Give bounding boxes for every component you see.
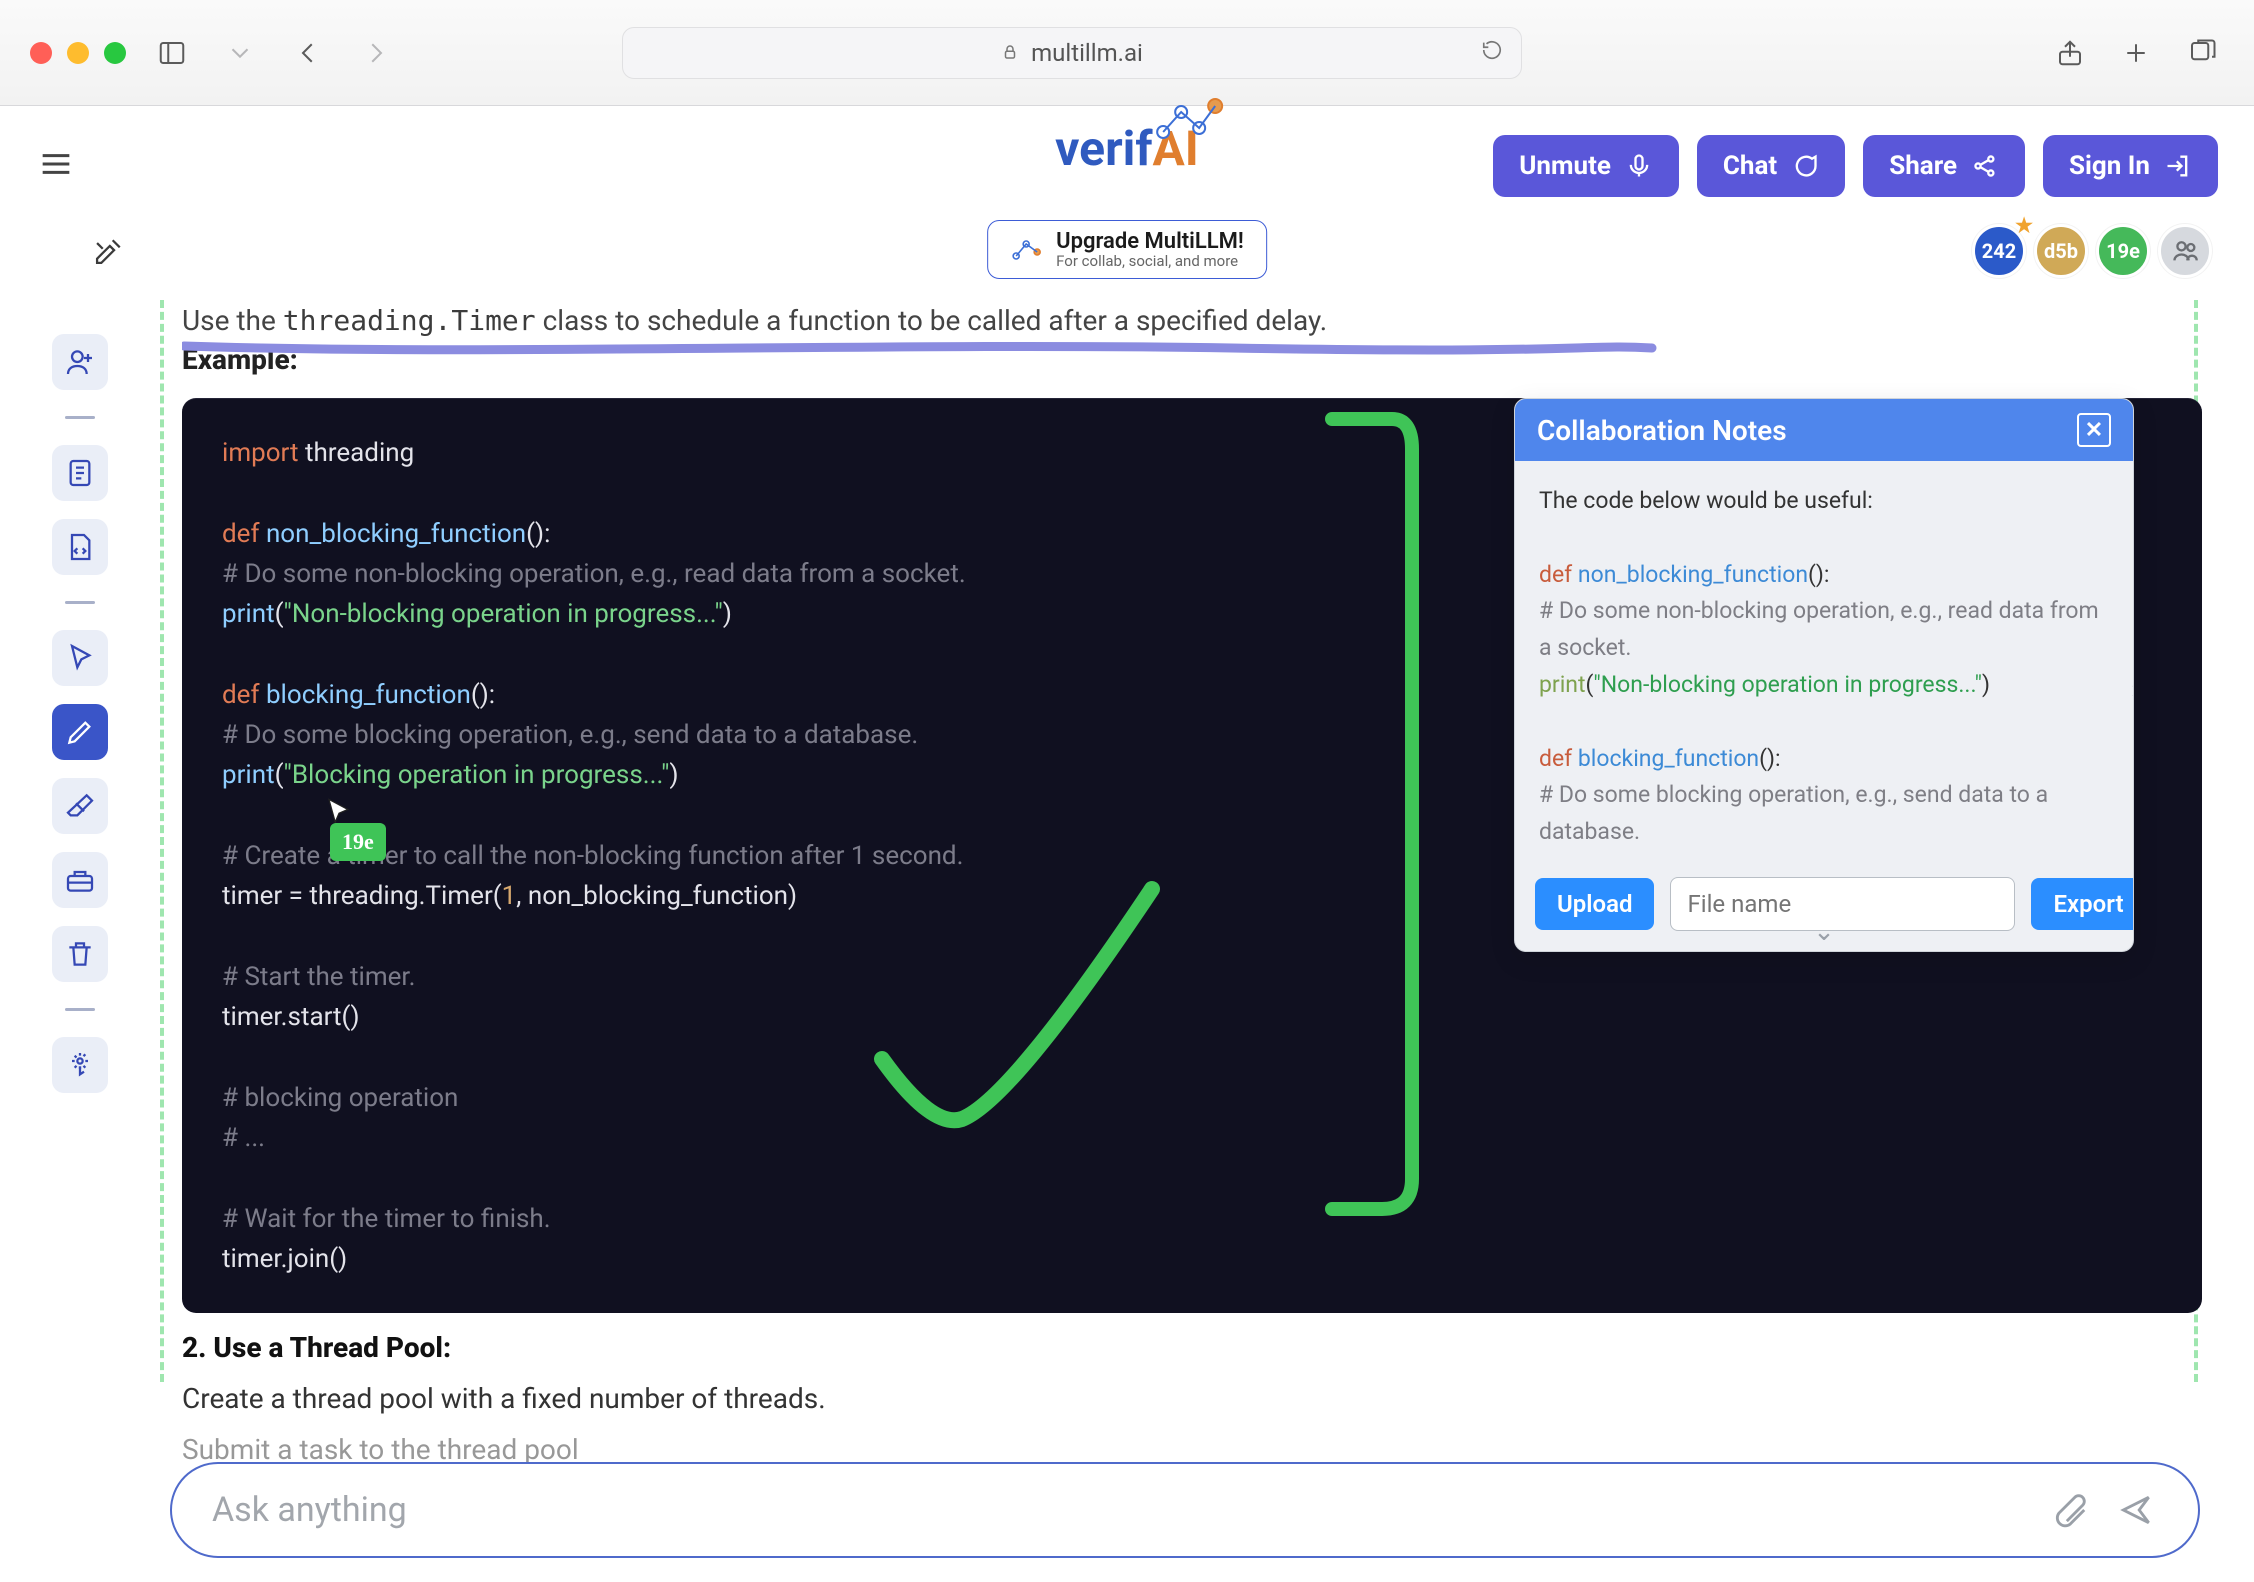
- upgrade-subtitle: For collab, social, and more: [1056, 252, 1244, 270]
- chat-bubble-icon: [1791, 152, 1819, 180]
- unmute-button[interactable]: Unmute: [1493, 135, 1679, 197]
- avatar-d5b[interactable]: d5b: [2034, 224, 2088, 278]
- minimize-window-dot[interactable]: [67, 42, 89, 64]
- url-bar[interactable]: multillm.ai: [622, 27, 1522, 79]
- rail-separator: [65, 1008, 95, 1011]
- rail-pencil-icon[interactable]: [52, 704, 108, 760]
- rail-eraser-icon[interactable]: [52, 778, 108, 834]
- rail-touch-icon[interactable]: [52, 1037, 108, 1093]
- section-2-line1: Create a thread pool with a fixed number…: [160, 1382, 2230, 1415]
- share-button[interactable]: Share: [1863, 135, 2025, 197]
- rail-separator: [65, 601, 95, 604]
- rail-add-user-icon[interactable]: [52, 334, 108, 390]
- signin-icon: [2164, 152, 2192, 180]
- rail-toolbox-icon[interactable]: [52, 852, 108, 908]
- hamburger-icon[interactable]: [36, 144, 76, 188]
- header-actions: Unmute Chat Share Sign In: [1493, 135, 2218, 197]
- presence-avatars: 242 ★ d5b 19e: [1972, 224, 2212, 278]
- chevron-down-icon[interactable]: ⌄: [1813, 917, 1835, 947]
- send-icon[interactable]: [2112, 1486, 2160, 1534]
- file-name-input[interactable]: [1670, 877, 2015, 931]
- rail-cursor-icon[interactable]: [52, 630, 108, 686]
- avatar-label: 242: [1982, 239, 2016, 263]
- annotation-rail: [0, 300, 160, 1582]
- upload-button[interactable]: Upload: [1535, 878, 1654, 930]
- new-tab-icon[interactable]: [2114, 33, 2158, 73]
- check-annotation: [862, 869, 1182, 1181]
- rail-separator: [65, 416, 95, 419]
- unmute-label: Unmute: [1519, 151, 1611, 181]
- chat-content: Use the threading.Timer class to schedul…: [160, 300, 2254, 1582]
- nav-back-icon[interactable]: [286, 33, 330, 73]
- avatar-label: 19e: [2106, 239, 2140, 263]
- lock-icon: [1001, 39, 1019, 67]
- example-label: Example:: [160, 343, 2230, 376]
- chevron-right-icon[interactable]: ›: [2131, 675, 2134, 705]
- sidebar-toggle-icon[interactable]: [150, 33, 194, 73]
- avatar-19e[interactable]: 19e: [2096, 224, 2150, 278]
- collab-cursor-19e: 19e: [324, 797, 386, 861]
- section-2-heading: 2. Use a Thread Pool:: [160, 1331, 2230, 1364]
- share-nodes-icon: [1971, 152, 1999, 180]
- bracket-annotation: [1312, 409, 1432, 1241]
- upgrade-pill[interactable]: Upgrade MultiLLM! For collab, social, an…: [987, 220, 1267, 279]
- tools-icon[interactable]: [90, 236, 124, 274]
- zoom-window-dot[interactable]: [104, 42, 126, 64]
- tabs-overview-icon[interactable]: [2180, 33, 2224, 73]
- logo-graph-icon: [1151, 92, 1229, 148]
- collab-notes-body[interactable]: The code below would be useful: def non_…: [1515, 461, 2133, 861]
- window-traffic-lights: [30, 42, 126, 64]
- app-logo[interactable]: verifAI: [1055, 120, 1199, 177]
- safari-toolbar: multillm.ai: [0, 0, 2254, 106]
- intro-text: Use the threading.Timer class to schedul…: [160, 300, 2230, 337]
- reload-icon[interactable]: [1481, 39, 1503, 67]
- signin-button[interactable]: Sign In: [2043, 135, 2218, 197]
- collab-notes-header[interactable]: Collaboration Notes ✕: [1515, 399, 2133, 461]
- upgrade-graph-icon: [1010, 236, 1044, 264]
- ask-bar-wrap: [170, 1462, 2200, 1558]
- attach-icon[interactable]: [2046, 1486, 2094, 1534]
- collab-title: Collaboration Notes: [1537, 414, 1787, 447]
- rail-notes-icon[interactable]: [52, 445, 108, 501]
- share-icon[interactable]: [2048, 33, 2092, 73]
- url-text: multillm.ai: [1031, 39, 1143, 67]
- close-window-dot[interactable]: [30, 42, 52, 64]
- avatar-group-icon[interactable]: [2158, 224, 2212, 278]
- avatar-label: d5b: [2044, 239, 2078, 263]
- ask-input[interactable]: [210, 1489, 2046, 1531]
- star-icon: ★: [2015, 213, 2033, 237]
- collab-notes-panel: Collaboration Notes ✕ The code below wou…: [1514, 398, 2134, 952]
- export-button[interactable]: Export: [2031, 878, 2134, 930]
- share-label: Share: [1889, 151, 1957, 181]
- close-icon[interactable]: ✕: [2077, 413, 2111, 447]
- ask-bar[interactable]: [170, 1462, 2200, 1558]
- nav-forward-icon[interactable]: [354, 33, 398, 73]
- avatar-242[interactable]: 242 ★: [1972, 224, 2026, 278]
- mic-icon: [1625, 152, 1653, 180]
- chat-label: Chat: [1723, 151, 1777, 181]
- rail-code-doc-icon[interactable]: [52, 519, 108, 575]
- chat-button[interactable]: Chat: [1697, 135, 1845, 197]
- annotation-boundary-left: [160, 300, 164, 1382]
- upgrade-title: Upgrade MultiLLM!: [1056, 229, 1244, 254]
- cursor-tag: 19e: [330, 823, 386, 861]
- rail-trash-icon[interactable]: [52, 926, 108, 982]
- signin-label: Sign In: [2069, 151, 2150, 181]
- chevron-down-icon[interactable]: [218, 33, 262, 73]
- safari-right-icons: [2048, 33, 2224, 73]
